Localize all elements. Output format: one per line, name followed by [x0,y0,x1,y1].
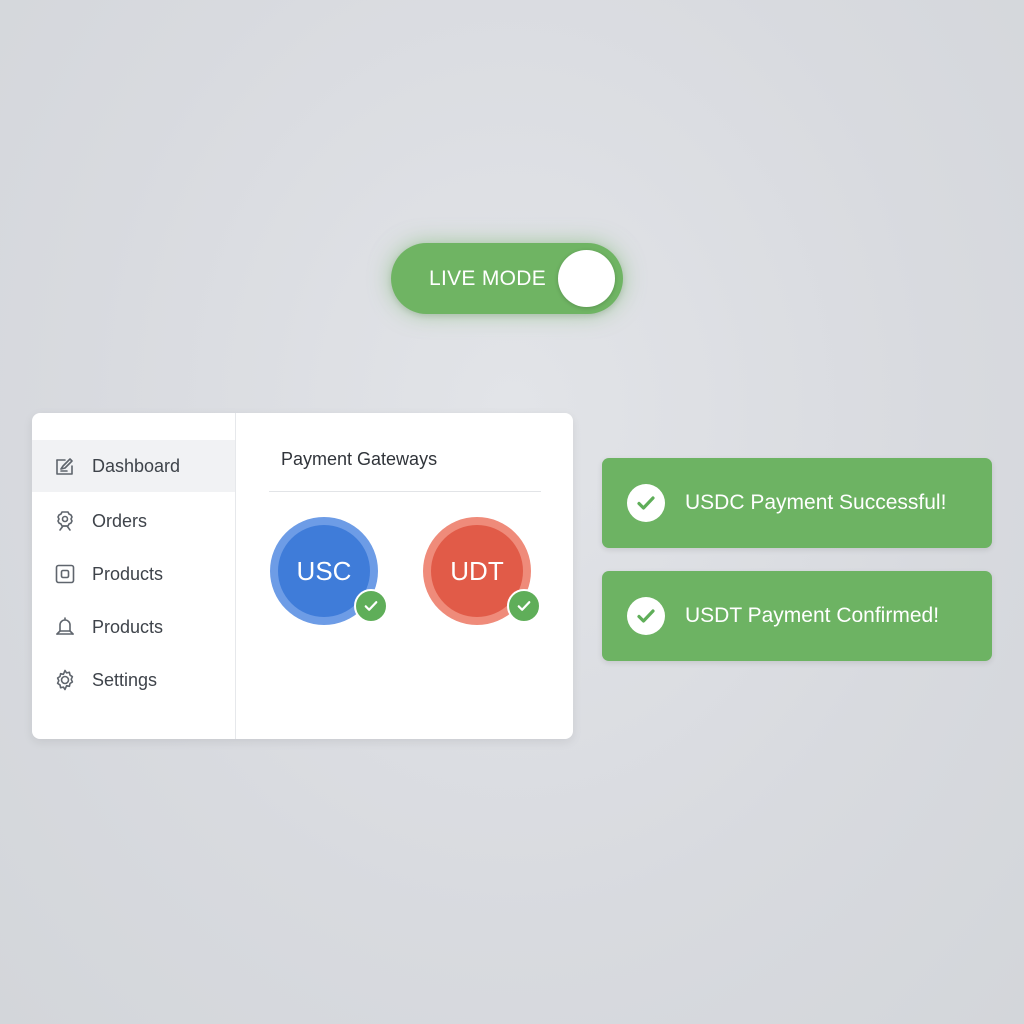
divider [269,491,541,492]
toast-message: USDT Payment Confirmed! [685,604,940,627]
square-box-icon [52,561,78,587]
toast-usdt-confirmed: USDT Payment Confirmed! [602,571,992,661]
sidebar-item-label: Products [92,563,164,584]
gateway-udt[interactable]: UDT [423,517,541,625]
sidebar-item-label: Orders [92,510,148,531]
check-circle-icon [627,484,665,522]
sidebar-item-products-2[interactable]: Products [32,601,235,653]
sidebar-item-orders[interactable]: Orders [32,495,235,547]
sidebar: Dashboard Orders Products Products Setti… [32,413,236,739]
sidebar-item-settings[interactable]: Settings [32,654,235,706]
live-mode-label: LIVE MODE [429,267,547,290]
check-icon [507,589,541,623]
edit-icon [52,453,78,479]
toast-message: USDC Payment Successful! [685,491,947,514]
gear-box-icon [52,508,78,534]
toggle-knob[interactable] [558,250,615,307]
sidebar-item-dashboard[interactable]: Dashboard [32,440,235,492]
sidebar-item-label: Products [92,616,164,637]
check-circle-icon [627,597,665,635]
sidebar-item-label: Dashboard [92,455,181,476]
gateway-usc[interactable]: USC [270,517,388,625]
page-title: Payment Gateways [281,449,438,469]
live-mode-toggle[interactable]: LIVE MODE [391,243,623,314]
toast-usdc-success: USDC Payment Successful! [602,458,992,548]
gear-icon [52,667,78,693]
payment-panel: Dashboard Orders Products Products Setti… [32,413,573,739]
sidebar-item-label: Settings [92,669,158,690]
bell-icon [52,614,78,640]
check-icon [354,589,388,623]
sidebar-item-products[interactable]: Products [32,548,235,600]
